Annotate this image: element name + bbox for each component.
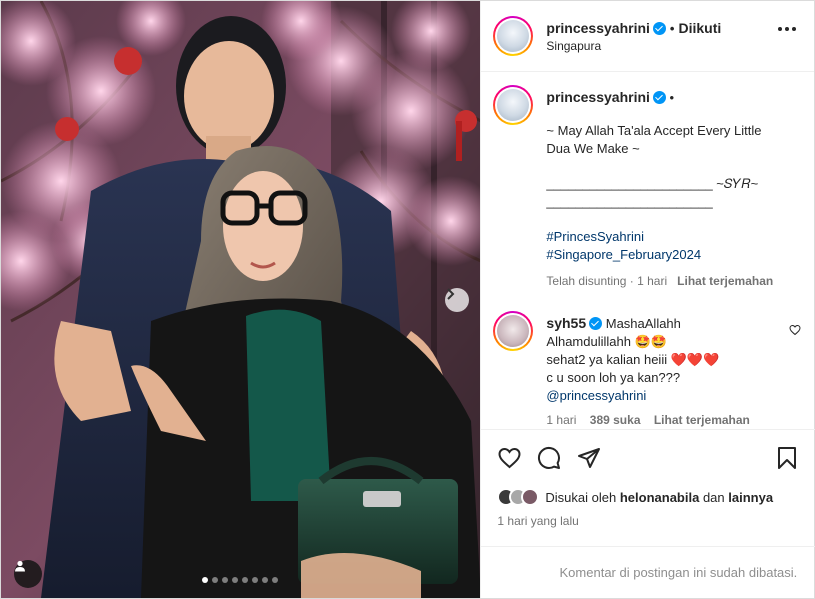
heart-icon[interactable] [789,324,801,339]
follow-status-button[interactable]: Diikuti [678,20,721,36]
post-photo[interactable] [1,1,481,598]
avatar[interactable] [493,16,534,56]
caption-signature: _______________________ ~𝑆𝑌𝑅~ [546,176,759,191]
comment-likes[interactable]: 389 suka [590,413,641,427]
carousel-dot [262,577,268,583]
location-link[interactable]: Singapura [546,39,721,53]
liked-by-joiner: dan [702,489,725,505]
bookmark-icon[interactable] [777,446,797,473]
comments-section[interactable]: princessyahrini • ~ May Allah Ta'ala Acc… [481,73,815,429]
comment-icon[interactable] [537,446,561,473]
verified-badge-icon [589,317,603,330]
liked-by[interactable]: Disukai oleh helonanabila dan lainnya [497,488,773,506]
comments-closed-notice: Komentar di postingan ini sudah dibatasi… [481,546,815,598]
translate-link[interactable]: Lihat terjemahan [654,413,750,427]
liked-by-user-link[interactable]: helonanabila [620,490,699,505]
carousel-dot [222,577,228,583]
carousel-dot [242,577,248,583]
share-icon[interactable] [577,446,601,473]
post-side-panel: princessyahrini • Diikuti Singapura prince… [480,1,815,598]
heart-icon[interactable] [497,446,522,473]
carousel-dot [202,577,208,583]
post-dialog: princessyahrini • Diikuti Singapura prince… [0,0,815,599]
caption-time[interactable]: Telah disunting · 1 hari [546,274,667,288]
hashtag-link[interactable]: #Singapore_February2024 [546,246,796,264]
verified-badge-icon [652,91,666,104]
more-options-icon[interactable] [778,27,796,31]
comment: syh55 MashaAllahh Alhamdulillahh 🤩🤩 seha… [493,311,796,427]
tagged-users-button[interactable] [14,560,42,588]
separator-dot: • [669,20,675,36]
post-date[interactable]: 1 hari yang lalu [497,514,578,528]
next-slide-button[interactable] [445,288,469,312]
action-bar: Disukai oleh helonanabila dan lainnya 1 … [481,429,815,545]
avatar [521,488,540,506]
carousel-indicator [202,577,278,583]
mention-link[interactable]: @princessyahrini [546,387,796,405]
post-header: princessyahrini • Diikuti Singapura [481,1,814,72]
liked-by-others-link[interactable]: lainnya [728,490,773,505]
liked-by-prefix: Disukai oleh [545,489,617,505]
caption: princessyahrini • ~ May Allah Ta'ala Acc… [493,85,796,288]
avatar[interactable] [493,311,534,351]
caption-text-line: ~ May Allah Ta'ala Accept Every Little [546,123,762,138]
avatar[interactable] [493,85,534,125]
comment-text-line: sehat2 ya kalian heiii ❤️❤️❤️ [546,352,720,367]
carousel-dot [212,577,218,583]
carousel-dot [252,577,258,583]
comment-username[interactable]: syh55 [546,315,586,331]
comment-text-line: Alhamdulillahh 🤩🤩 [546,334,667,349]
translate-link[interactable]: Lihat terjemahan [677,274,773,288]
caption-username[interactable]: princessyahrini [546,89,650,105]
caption-text-line: Dua We Make ~ [546,141,640,156]
comment-text-line: MashaAllahh [605,316,681,331]
carousel-dot [232,577,238,583]
photo-illustration [1,1,481,598]
carousel-dot [272,577,278,583]
hashtag-link[interactable]: #PrincesSyahrini [546,228,796,246]
verified-badge-icon [652,21,666,35]
separator-dot: • [669,90,675,105]
author-username[interactable]: princessyahrini [546,20,650,36]
comment-time[interactable]: 1 hari [546,413,576,427]
caption-signature: _______________________ [546,194,713,209]
comment-text-line: c u soon loh ya kan??? [546,370,681,385]
